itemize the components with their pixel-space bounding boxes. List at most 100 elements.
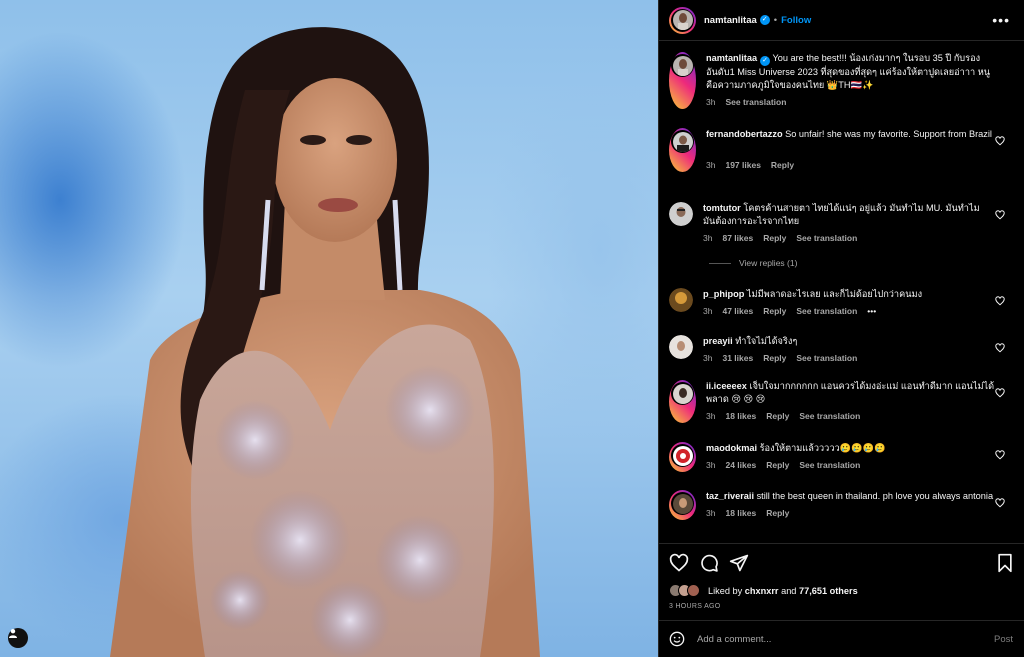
reply-button[interactable]: Reply [766, 411, 789, 421]
author-avatar[interactable] [669, 6, 696, 34]
comment-text: ไม่มีพลาดอะไรเลย และก็ไม่ด้อยไปกว่าคนมง [746, 289, 923, 299]
comment-username[interactable]: maodokmai [706, 443, 757, 453]
caption-time: 3h [706, 97, 716, 107]
comment-time: 3h [703, 233, 713, 243]
comment-meta: 3h 18 likes Reply [706, 507, 996, 520]
reply-button[interactable]: Reply [763, 353, 786, 363]
comment-username[interactable]: ii.iceeeex [706, 381, 747, 391]
comment-text: ร้องให้ตามแล้ววววว🥲🥲🥲🥲 [759, 443, 886, 453]
comment-item: p_phipop ไม่มีพลาดอะไรเลย และก็ไม่ด้อยไป… [669, 288, 1015, 318]
comment-meta: 3h 87 likes Reply See translation [703, 232, 993, 245]
comment-text: เจ็บใจมากกกกกก แอนควรได้มงอ่ะแม่ แอนทำดี… [706, 381, 995, 404]
more-icon[interactable]: ••• [992, 12, 1010, 28]
commenter-avatar[interactable] [669, 335, 693, 359]
heart-icon[interactable] [995, 343, 1005, 353]
see-translation-link[interactable]: See translation [796, 233, 857, 243]
comments-list: namtanlitaa ✓ You are the best!!! น้องเก่… [659, 42, 1024, 542]
post-photo[interactable] [0, 0, 658, 657]
comment-username[interactable]: p_phipop [703, 289, 744, 299]
avatar-image [672, 55, 693, 76]
commenter-avatar[interactable] [669, 442, 696, 472]
avatar-image [672, 131, 693, 152]
caption-avatar[interactable] [669, 52, 696, 109]
comment-likes[interactable]: 197 likes [725, 160, 760, 170]
comment-input[interactable]: Add a comment... [697, 634, 771, 645]
comment-time: 3h [703, 306, 713, 316]
commenter-avatar[interactable] [669, 128, 696, 172]
comment-meta: 3h 31 likes Reply See translation [703, 352, 993, 365]
tagged-user-button[interactable] [8, 628, 28, 648]
comment-likes[interactable]: 47 likes [722, 306, 753, 316]
see-translation-link[interactable]: See translation [799, 411, 860, 421]
comment-time: 3h [706, 460, 716, 470]
liked-by-label: Liked by [708, 585, 743, 596]
and-label: and [781, 585, 797, 596]
comment-text: โคตรค้านสายตา ไทยได้แน่ๆ อยู่แล้ว มันทำไ… [703, 203, 980, 226]
comment-likes[interactable]: 18 likes [725, 508, 756, 518]
commenter-avatar[interactable] [669, 288, 693, 312]
reply-button[interactable]: Reply [771, 160, 794, 170]
comment-text: ทำใจไม่ได้จริงๆ [735, 336, 798, 346]
comment-more-icon[interactable]: ••• [867, 306, 876, 316]
emoji-icon[interactable] [669, 631, 685, 647]
comment-username[interactable]: preayii [703, 336, 733, 346]
see-translation-link[interactable]: See translation [799, 460, 860, 470]
view-replies-button[interactable]: View replies (1) [709, 258, 797, 268]
see-translation-link[interactable]: See translation [725, 97, 786, 107]
heart-icon[interactable] [995, 296, 1005, 306]
comment-time: 3h [703, 353, 713, 363]
heart-icon[interactable] [995, 450, 1005, 460]
post-button[interactable]: Post [994, 634, 1013, 645]
verified-icon: ✓ [759, 15, 770, 25]
heart-icon[interactable] [669, 553, 689, 573]
reply-button[interactable]: Reply [766, 508, 789, 518]
comment-likes[interactable]: 31 likes [722, 353, 753, 363]
comment-body: taz_riveraii still the best queen in tha… [706, 490, 996, 520]
post-side-panel: namtanlitaa ✓ • Follow ••• namtanlitaa ✓ … [658, 0, 1024, 657]
heart-icon[interactable] [995, 498, 1005, 508]
comment-meta: 3h 47 likes Reply See translation ••• [703, 305, 993, 318]
heart-icon[interactable] [995, 136, 1005, 146]
follow-button[interactable]: Follow [781, 15, 811, 26]
liker-avatar [687, 584, 700, 597]
instagram-post-modal: namtanlitaa ✓ • Follow ••• namtanlitaa ✓ … [0, 0, 1024, 657]
commenter-avatar[interactable] [669, 202, 693, 226]
comment-text: still the best queen in thailand. ph lov… [756, 491, 994, 501]
comment-username[interactable]: taz_riveraii [706, 491, 754, 501]
heart-icon[interactable] [995, 388, 1005, 398]
comment-likes[interactable]: 24 likes [725, 460, 756, 470]
comment-text: So unfair! she was my favorite. Support … [785, 129, 992, 139]
reply-button[interactable]: Reply [766, 460, 789, 470]
comment-likes[interactable]: 18 likes [725, 411, 756, 421]
comment-time: 3h [706, 508, 716, 518]
heart-icon[interactable] [995, 210, 1005, 220]
comment-username[interactable]: fernandobertazzo [706, 129, 783, 139]
bookmark-icon[interactable] [995, 553, 1015, 573]
person-icon [9, 629, 17, 638]
see-translation-link[interactable]: See translation [796, 353, 857, 363]
comment-meta: 3h 18 likes Reply See translation [706, 410, 996, 423]
share-icon[interactable] [729, 553, 749, 573]
comment-item: fernandobertazzo So unfair! she was my f… [669, 128, 1015, 172]
verified-icon: ✓ [760, 56, 771, 66]
comment-meta: 3h 24 likes Reply See translation [706, 459, 996, 472]
caption-meta: 3h See translation [706, 96, 996, 109]
commenter-avatar[interactable] [669, 490, 696, 520]
author-username[interactable]: namtanlitaa [704, 15, 757, 26]
post-timestamp[interactable]: 3 HOURS AGO [669, 603, 721, 610]
liker-username[interactable]: chxnxrr [745, 586, 779, 596]
reply-button[interactable]: Reply [763, 233, 786, 243]
comment-item: maodokmai ร้องให้ตามแล้ววววว🥲🥲🥲🥲 3h 24 li… [669, 442, 1015, 472]
view-replies-label: View replies (1) [739, 258, 798, 268]
commenter-avatar[interactable] [669, 380, 696, 423]
comment-composer: Add a comment... Post [659, 620, 1024, 657]
see-translation-link[interactable]: See translation [796, 306, 857, 316]
comment-meta: 3h 197 likes Reply [706, 159, 996, 172]
others-count[interactable]: 77,651 others [799, 586, 858, 596]
comment-likes[interactable]: 87 likes [722, 233, 753, 243]
comment-icon[interactable] [699, 553, 719, 573]
caption-username[interactable]: namtanlitaa [706, 53, 757, 63]
comment-username[interactable]: tomtutor [703, 203, 741, 213]
reply-button[interactable]: Reply [763, 306, 786, 316]
comment-time: 3h [706, 160, 716, 170]
